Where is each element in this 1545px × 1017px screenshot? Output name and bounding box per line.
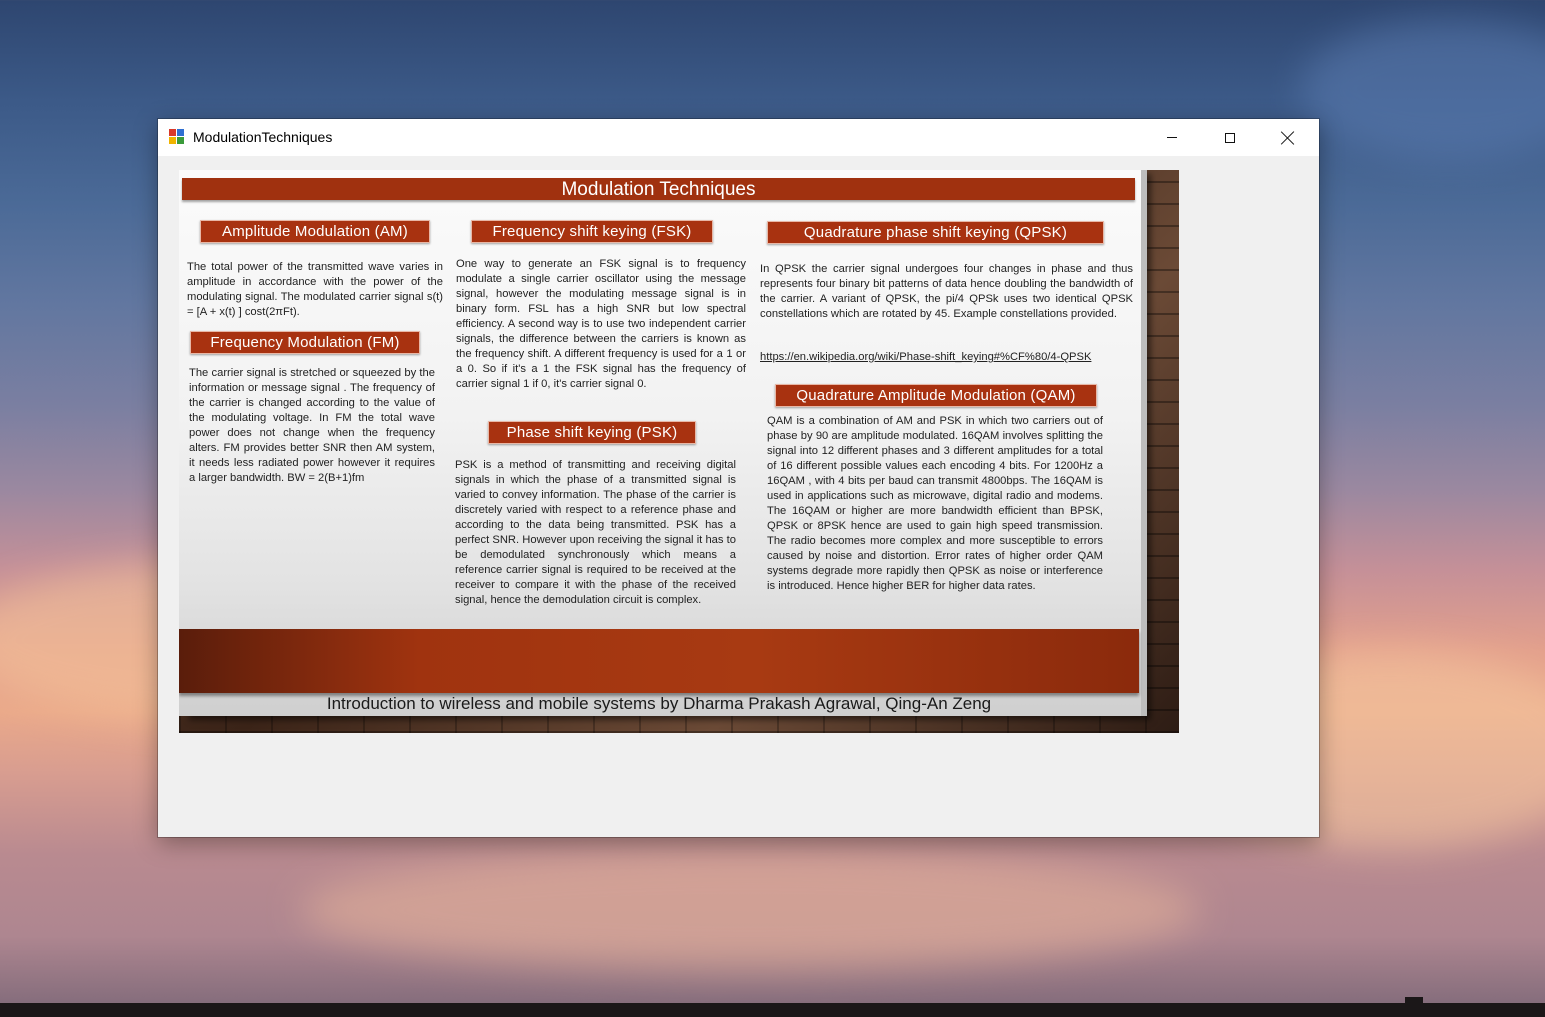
app-icon bbox=[169, 129, 185, 145]
window-title: ModulationTechniques bbox=[193, 129, 333, 145]
psk-text: PSK is a method of transmitting and rece… bbox=[455, 459, 736, 606]
maximize-icon bbox=[1225, 132, 1235, 143]
slide-title: Modulation Techniques bbox=[182, 178, 1135, 200]
qam-text: QAM is a combination of AM and PSK in wh… bbox=[767, 415, 1103, 592]
wallpaper-cloud bbox=[300, 850, 1200, 970]
qpsk-heading: Quadrature phase shift keying (QPSK) bbox=[767, 221, 1104, 244]
maximize-button[interactable] bbox=[1201, 119, 1259, 156]
qpsk-wikipedia-link[interactable]: https://en.wikipedia.org/wiki/Phase-shif… bbox=[760, 351, 1091, 363]
wallpaper-cloud bbox=[1300, 20, 1545, 160]
slide-picture: Modulation Techniques Amplitude Modulati… bbox=[179, 170, 1179, 733]
footer-citation: Introduction to wireless and mobile syst… bbox=[326, 694, 992, 713]
city-skyline bbox=[96, 1007, 178, 1017]
title-bar[interactable]: ModulationTechniques bbox=[158, 119, 1319, 156]
footer-band bbox=[179, 629, 1139, 693]
minimize-icon bbox=[1167, 137, 1177, 138]
qpsk-text: In QPSK the carrier signal undergoes fou… bbox=[760, 263, 1133, 320]
close-button[interactable] bbox=[1259, 119, 1317, 156]
am-text: The total power of the transmitted wave … bbox=[187, 261, 443, 318]
close-icon bbox=[1281, 131, 1295, 145]
fsk-text: One way to generate an FSK signal is to … bbox=[456, 258, 746, 390]
fsk-heading: Frequency shift keying (FSK) bbox=[471, 220, 713, 243]
app-window: ModulationTechniques Modulation Techniqu… bbox=[158, 119, 1319, 837]
city-skyline bbox=[1405, 997, 1423, 1017]
psk-heading: Phase shift keying (PSK) bbox=[488, 421, 696, 444]
fm-heading: Frequency Modulation (FM) bbox=[190, 331, 420, 354]
minimize-button[interactable] bbox=[1143, 119, 1201, 156]
am-heading: Amplitude Modulation (AM) bbox=[200, 220, 430, 243]
qam-heading: Quadrature Amplitude Modulation (QAM) bbox=[775, 384, 1097, 407]
city-skyline bbox=[0, 1003, 1545, 1017]
fm-text: The carrier signal is stretched or squee… bbox=[189, 367, 435, 484]
